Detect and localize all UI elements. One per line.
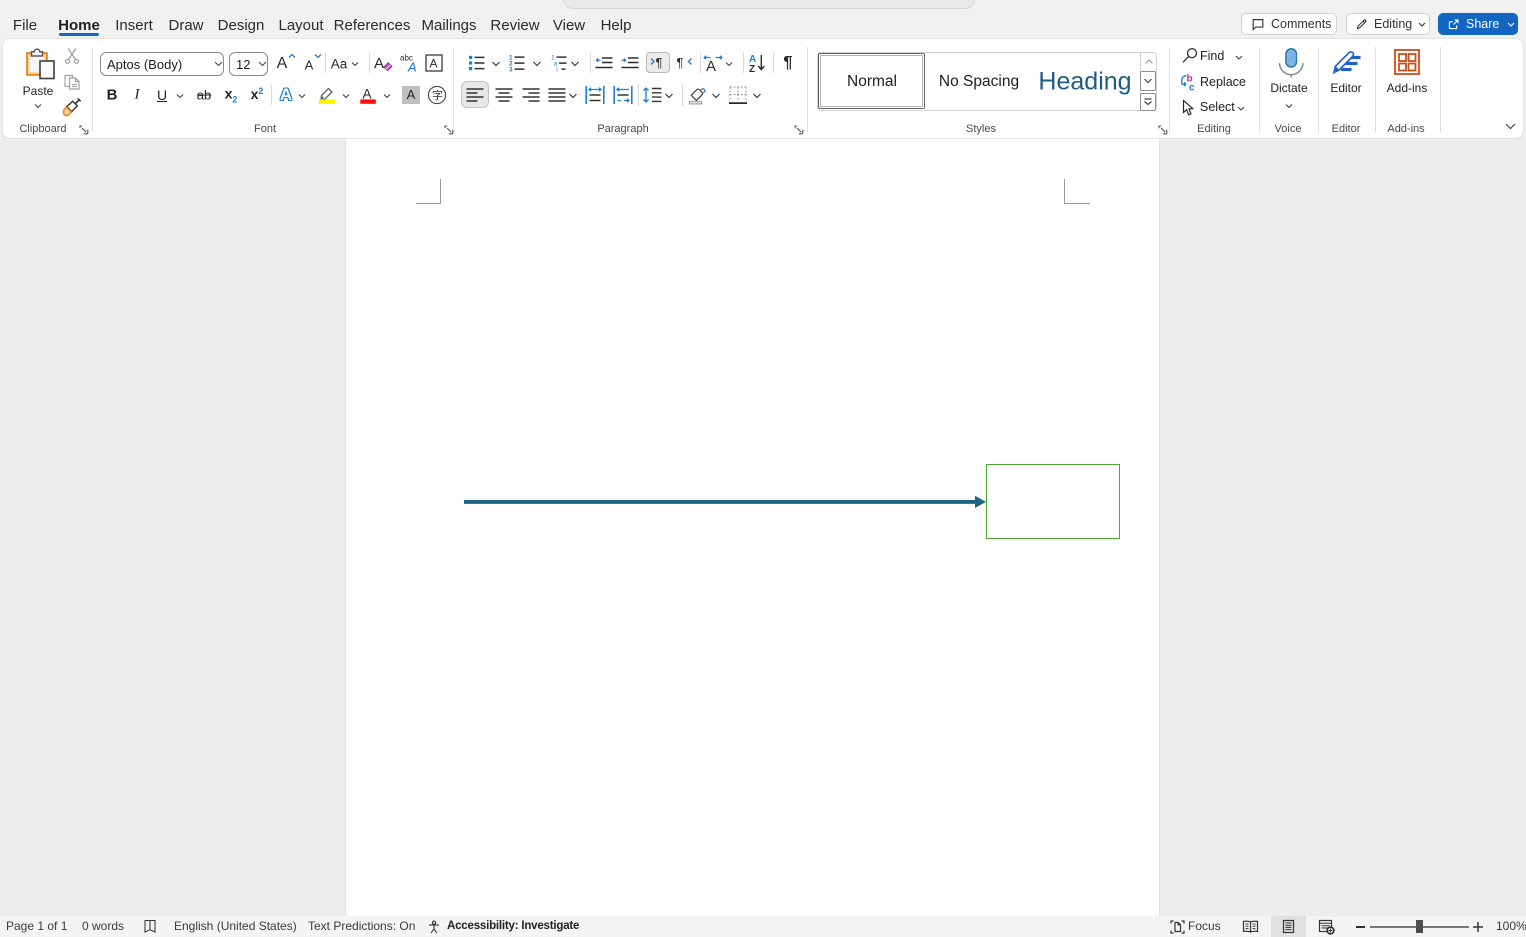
svg-text:3: 3	[509, 67, 513, 72]
svg-text:A: A	[374, 55, 384, 72]
svg-text:c: c	[1189, 83, 1195, 92]
svg-text:A: A	[363, 87, 372, 102]
svg-text:A: A	[706, 58, 716, 72]
svg-text:i: i	[556, 66, 557, 71]
svg-text:¶: ¶	[656, 55, 663, 69]
svg-text:字: 字	[432, 88, 443, 102]
svg-text:A: A	[430, 57, 438, 71]
svg-text:¶: ¶	[677, 55, 684, 69]
svg-text:Z: Z	[749, 64, 755, 73]
svg-text:A: A	[407, 60, 417, 73]
